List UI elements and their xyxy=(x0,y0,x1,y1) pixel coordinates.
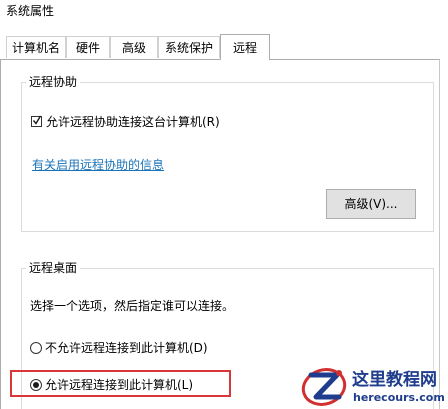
remote-assistance-group-title: 远程协助 xyxy=(26,74,81,90)
tab-system-protection[interactable]: 系统保护 xyxy=(158,36,220,58)
tab-advanced[interactable]: 高级 xyxy=(110,36,158,58)
tab-strip: 计算机名 硬件 高级 系统保护 远程 xyxy=(0,34,448,60)
allow-remote-assistance-checkbox[interactable] xyxy=(31,115,42,127)
tab-hardware[interactable]: 硬件 xyxy=(66,36,110,58)
highlight-annotation xyxy=(10,370,231,397)
site-logo-icon xyxy=(301,368,347,406)
remote-desktop-group-title: 远程桌面 xyxy=(26,260,81,276)
watermark-site-name: 这里教程网 xyxy=(352,370,437,390)
disallow-remote-label[interactable]: 不允许远程连接到此计算机(D) xyxy=(45,340,208,356)
title-bar[interactable]: 系统属性 xyxy=(0,0,448,28)
checkmark-icon xyxy=(33,115,41,125)
advanced-button[interactable]: 高级(V)... xyxy=(326,189,416,219)
window-title: 系统属性 xyxy=(6,4,55,18)
site-watermark: 这里教程网 herecours.com xyxy=(300,362,448,409)
watermark-domain: herecours.com xyxy=(353,391,445,404)
tab-computer-name[interactable]: 计算机名 xyxy=(6,36,66,58)
allow-remote-assistance-label[interactable]: 允许远程协助连接这台计算机(R) xyxy=(46,114,220,130)
disallow-remote-radio[interactable] xyxy=(30,342,42,354)
remote-assistance-info-link[interactable]: 有关启用远程协助的信息 xyxy=(32,157,164,173)
tab-remote[interactable]: 远程 xyxy=(220,34,270,60)
system-properties-window: 系统属性 计算机名 硬件 高级 系统保护 远程 远程协助 允许远程协助连接这台计… xyxy=(0,0,448,409)
remote-desktop-instruction: 选择一个选项，然后指定谁可以连接。 xyxy=(30,299,235,313)
